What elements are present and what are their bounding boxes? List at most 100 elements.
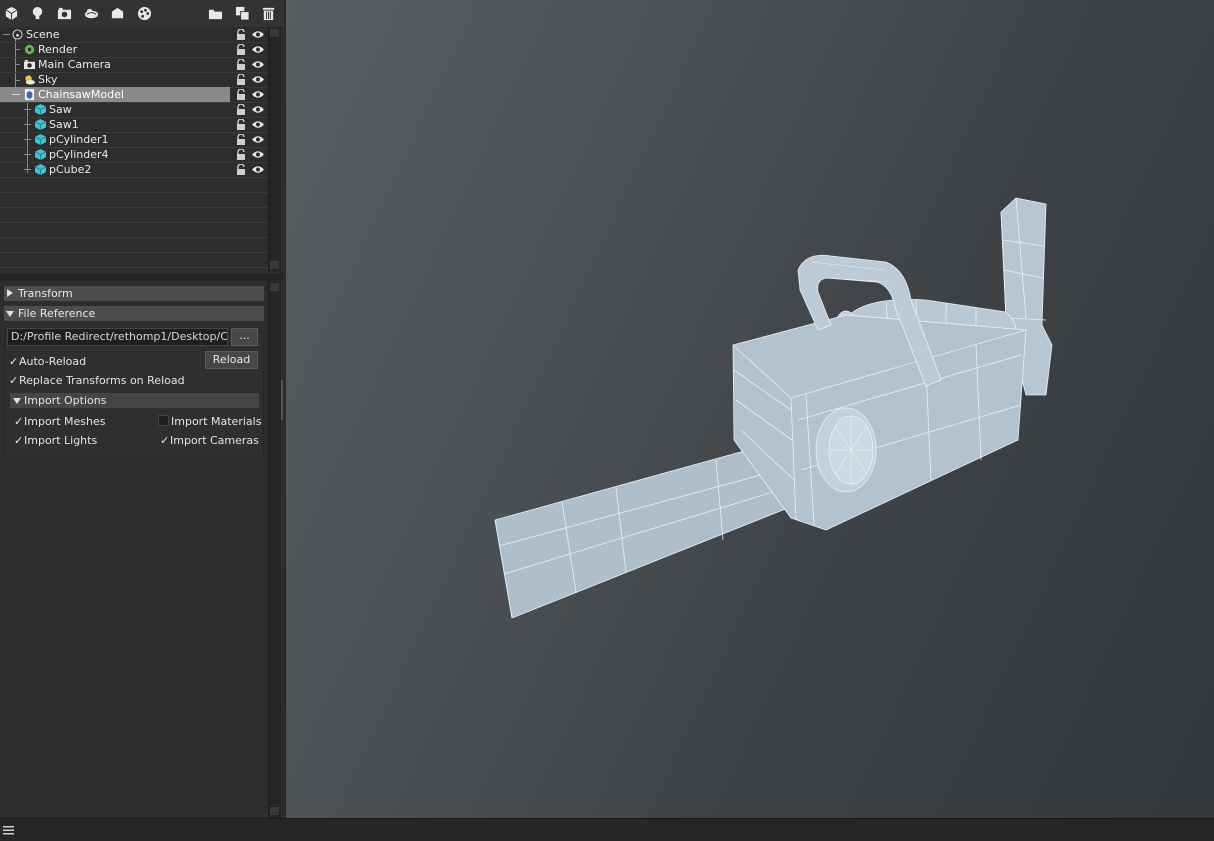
file-reference-section-header[interactable]: File Reference: [4, 306, 264, 321]
lock-icon[interactable]: [236, 89, 246, 100]
tree-scrollbar[interactable]: [268, 27, 281, 272]
lock-icon[interactable]: [236, 59, 246, 70]
eye-icon[interactable]: [252, 135, 264, 144]
browse-button[interactable]: ...: [231, 328, 258, 346]
eye-icon[interactable]: [252, 165, 264, 174]
checkbox-label: Import Materials: [171, 415, 262, 428]
checkmark-icon: ✓: [14, 434, 24, 447]
tree-label: Scene: [26, 28, 60, 41]
eye-icon[interactable]: [252, 30, 264, 39]
tree-label: Saw1: [49, 118, 79, 131]
checkbox-label: Import Cameras: [170, 434, 259, 447]
tree-row-pcube2[interactable]: pCube2: [0, 162, 268, 178]
file-path-field[interactable]: D:/Profile Redirect/rethomp1/Desktop/Chi: [7, 328, 228, 346]
tree-row-saw[interactable]: Saw: [0, 102, 268, 118]
duplicate-icon[interactable]: [232, 4, 252, 23]
lock-icon[interactable]: [236, 119, 246, 130]
import-cameras-checkbox[interactable]: ✓Import Cameras: [160, 433, 259, 448]
cube-icon[interactable]: [1, 4, 21, 23]
scroll-up-arrow[interactable]: [270, 29, 279, 37]
import-materials-checkbox[interactable]: Import Materials: [158, 414, 261, 429]
status-bar: [0, 818, 1214, 841]
left-panel: Scene Render Main Camera Sky ChainsawMod…: [0, 0, 283, 818]
eye-icon[interactable]: [252, 45, 264, 54]
import-meshes-checkbox[interactable]: ✓Import Meshes: [14, 414, 105, 429]
tree-label: pCube2: [49, 163, 92, 176]
scene-tree: Scene Render Main Camera Sky ChainsawMod…: [0, 27, 268, 272]
empty-row: [0, 237, 268, 253]
menu-lines-icon[interactable]: [3, 826, 14, 835]
checkmark-icon: ✓: [9, 374, 19, 387]
tree-label: pCylinder1: [49, 133, 109, 146]
reload-button[interactable]: Reload: [205, 351, 258, 369]
eye-icon[interactable]: [252, 75, 264, 84]
gear-icon: [24, 44, 35, 55]
resize-handle[interactable]: [281, 380, 283, 420]
scroll-up-arrow[interactable]: [270, 283, 279, 291]
mesh-cube-icon: [35, 164, 46, 175]
lock-icon[interactable]: [236, 74, 246, 85]
scene-icon: [12, 29, 23, 40]
3d-viewport[interactable]: [286, 0, 1214, 818]
section-title: File Reference: [18, 307, 96, 320]
camera-icon: [24, 59, 35, 70]
tree-row-saw1[interactable]: Saw1: [0, 117, 268, 133]
checkbox-box: [158, 415, 169, 426]
auto-reload-checkbox[interactable]: ✓Auto-Reload: [9, 354, 86, 369]
tree-label: ChainsawModel: [38, 88, 124, 101]
eye-icon[interactable]: [252, 105, 264, 114]
sun-cloud-icon: [25, 75, 35, 85]
lock-icon[interactable]: [236, 134, 246, 145]
chainsaw-model[interactable]: [286, 0, 1214, 818]
tree-row-pcylinder1[interactable]: pCylinder1: [0, 132, 268, 148]
tree-label: Saw: [49, 103, 72, 116]
lock-icon[interactable]: [236, 149, 246, 160]
tree-label: Render: [38, 43, 78, 56]
import-options-section-header[interactable]: Import Options: [10, 393, 259, 408]
scroll-down-arrow[interactable]: [270, 261, 279, 269]
eye-icon[interactable]: [252, 150, 264, 159]
mesh-cube-icon: [35, 149, 46, 160]
tree-row-pcylinder4[interactable]: pCylinder4: [0, 147, 268, 163]
import-lights-checkbox[interactable]: ✓Import Lights: [14, 433, 97, 448]
panel-splitter[interactable]: [0, 273, 283, 281]
tree-row-render[interactable]: Render: [0, 42, 268, 58]
tree-row-main-camera[interactable]: Main Camera: [0, 57, 268, 73]
cloud-icon[interactable]: [81, 4, 101, 23]
checkbox-label: Auto-Reload: [19, 355, 87, 368]
scroll-down-arrow[interactable]: [270, 807, 279, 815]
lock-icon[interactable]: [236, 29, 246, 40]
collapse-arrow-icon: [13, 398, 21, 404]
checkmark-icon: ✓: [160, 434, 170, 447]
transform-section-header[interactable]: Transform: [4, 286, 264, 301]
mesh-cube-icon: [35, 104, 46, 115]
section-title: Import Options: [24, 394, 107, 407]
scene-toolbar: [0, 0, 283, 28]
palette-icon[interactable]: [134, 4, 154, 23]
trash-icon[interactable]: [258, 4, 278, 23]
tree-row-sky[interactable]: Sky: [0, 72, 268, 88]
tree-row-scene[interactable]: Scene: [0, 27, 268, 43]
replace-transforms-checkbox[interactable]: ✓Replace Transforms on Reload: [9, 373, 185, 388]
tree-row-chainsaw-model[interactable]: ChainsawModel: [0, 87, 268, 103]
lock-icon[interactable]: [236, 164, 246, 175]
eye-icon[interactable]: [252, 120, 264, 129]
tree-label: Sky: [38, 73, 58, 86]
eye-icon[interactable]: [252, 90, 264, 99]
properties-scrollbar[interactable]: [268, 281, 281, 818]
node-icon[interactable]: [107, 4, 127, 23]
empty-row: [0, 177, 268, 193]
tree-label: pCylinder4: [49, 148, 109, 161]
lock-icon[interactable]: [236, 44, 246, 55]
checkbox-label: Import Meshes: [24, 415, 106, 428]
folder-icon[interactable]: [205, 4, 225, 23]
mesh-cube-icon: [35, 119, 46, 130]
camera-icon[interactable]: [54, 4, 74, 23]
eye-icon[interactable]: [252, 60, 264, 69]
checkbox-label: Import Lights: [24, 434, 98, 447]
lock-icon[interactable]: [236, 104, 246, 115]
empty-row: [0, 252, 268, 268]
checkmark-icon: ✓: [9, 355, 19, 368]
mesh-cube-icon: [35, 134, 46, 145]
light-bulb-icon[interactable]: [27, 4, 47, 23]
